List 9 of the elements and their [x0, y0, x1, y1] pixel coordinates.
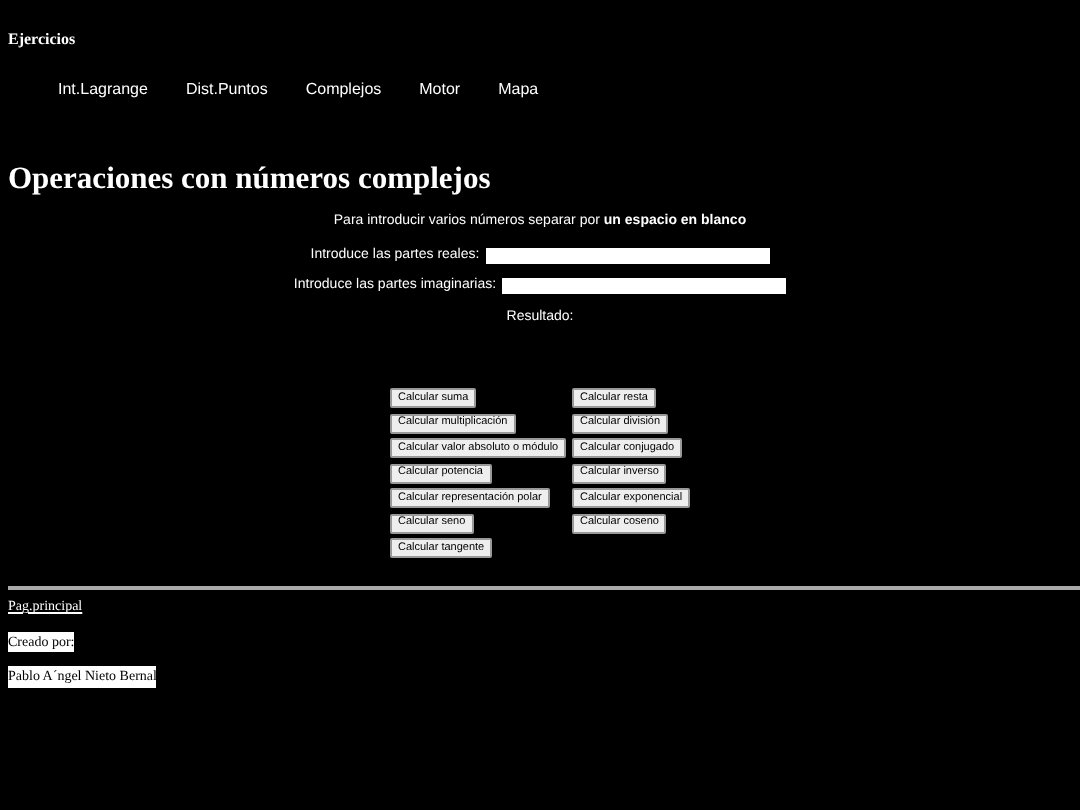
nav-link[interactable]: Mapa	[498, 78, 539, 102]
input-field[interactable]	[485, 247, 770, 264]
site-title: Ejercicios	[8, 28, 78, 48]
input-field[interactable]	[502, 278, 787, 295]
page-heading: Operaciones con números complejos	[8, 162, 493, 198]
nav-link[interactable]: Int.Lagrange	[58, 78, 148, 102]
nav-link[interactable]: Dist.Puntos	[185, 78, 268, 102]
nav-link[interactable]: Motor	[419, 78, 461, 102]
nav-link[interactable]: Complejos	[305, 78, 382, 102]
